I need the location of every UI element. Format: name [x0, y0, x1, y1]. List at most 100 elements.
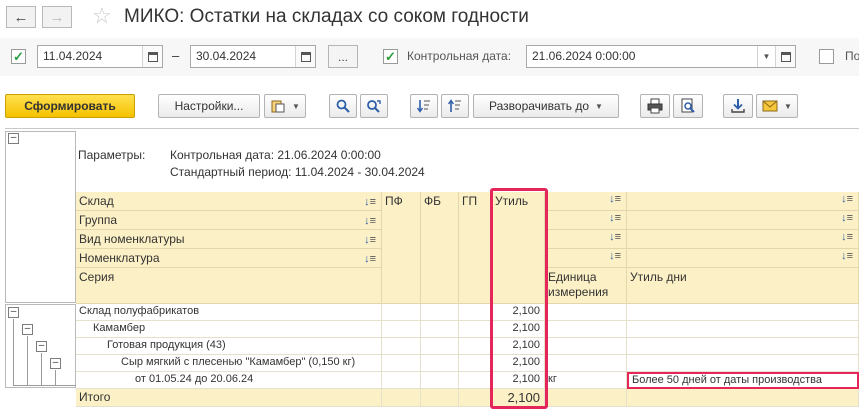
variants-icon — [271, 100, 285, 113]
back-button[interactable]: ← — [6, 6, 36, 28]
sort-icon: ↓≡ — [364, 253, 376, 265]
total-cell-fb[interactable] — [421, 389, 459, 407]
header-unit-sort[interactable]: ↓≡ — [545, 211, 627, 230]
header-days-sort[interactable]: ↓≡ — [627, 211, 859, 230]
sort-icon: ↓≡ — [364, 234, 376, 246]
table-row-name[interactable]: Сыр мягкий с плесенью "Камамбер" (0,150 … — [76, 355, 382, 372]
send-email-button[interactable]: ▼ — [756, 94, 798, 118]
calendar-button[interactable] — [295, 46, 315, 67]
settings-button[interactable]: Настройки... — [158, 94, 260, 118]
chevron-down-icon: ▼ — [595, 101, 603, 111]
header-unit-sort[interactable]: ↓≡ — [545, 230, 627, 249]
header-group-group[interactable]: Группа ↓≡ — [76, 211, 382, 230]
header-unit-sort[interactable]: ↓≡ — [545, 192, 627, 211]
sort-icon: ↓≡ — [841, 193, 853, 205]
period-checkbox[interactable]: ✓ — [11, 49, 26, 64]
parameter-control-date: Контрольная дата: 21.06.2024 0:00:00 — [170, 148, 381, 162]
parameters-group-bracket — [5, 131, 76, 303]
table-cell-fb[interactable] — [421, 355, 459, 372]
favorite-star-icon[interactable]: ☆ — [92, 3, 112, 29]
total-cell-util-days[interactable] — [627, 389, 859, 407]
total-cell-pf[interactable] — [382, 389, 421, 407]
table-row-name[interactable]: Готовая продукция (43) — [76, 338, 382, 355]
forward-button[interactable]: → — [42, 6, 72, 28]
table-cell-pf[interactable] — [382, 338, 421, 355]
table-row-name[interactable]: Камамбер — [76, 321, 382, 338]
collapse-icon[interactable]: – — [36, 341, 47, 352]
table-cell-pf[interactable] — [382, 372, 421, 389]
header-days-sort[interactable]: ↓≡ — [627, 230, 859, 249]
date-to-field[interactable]: 30.04.2024 — [190, 45, 316, 68]
table-cell-pf[interactable] — [382, 304, 421, 321]
sort-icon: ↓≡ — [364, 196, 376, 208]
date-from-field[interactable]: 11.04.2024 — [37, 45, 163, 68]
save-button[interactable] — [723, 94, 753, 118]
calendar-button[interactable] — [142, 46, 162, 67]
sort-icon: ↓≡ — [609, 250, 621, 262]
table-cell-gp[interactable] — [459, 338, 492, 355]
collapse-icon[interactable]: – — [8, 133, 19, 144]
table-cell-util-days[interactable] — [627, 355, 859, 372]
tree-line — [13, 385, 76, 386]
table-cell-util-days[interactable]: Более 50 дней от даты производства — [627, 372, 859, 389]
total-row-label[interactable]: Итого — [76, 389, 382, 407]
table-row-name[interactable]: Склад полуфабрикатов — [76, 304, 382, 321]
header-days-sort[interactable]: ↓≡ — [627, 192, 859, 211]
calendar-button[interactable] — [775, 46, 795, 67]
header-label: Единица измерения — [548, 270, 609, 299]
header-col-util-days[interactable]: Утиль дни — [627, 268, 859, 304]
header-unit-sort[interactable]: ↓≡ — [545, 249, 627, 268]
table-cell-gp[interactable] — [459, 304, 492, 321]
sort-icon: ↓≡ — [364, 215, 376, 227]
extra-checkbox[interactable] — [819, 49, 834, 64]
collapse-icon[interactable]: – — [50, 358, 61, 369]
table-cell-util-days[interactable] — [627, 338, 859, 355]
header-group-warehouse[interactable]: Склад ↓≡ — [76, 192, 382, 211]
table-cell-fb[interactable] — [421, 321, 459, 338]
control-date-field[interactable]: 21.06.2024 0:00:00 ▼ — [526, 45, 796, 68]
variant-button[interactable]: ▼ — [264, 94, 306, 118]
table-cell-gp[interactable] — [459, 321, 492, 338]
table-cell-unit[interactable]: кг — [545, 372, 627, 389]
control-date-checkbox[interactable]: ✓ — [383, 49, 398, 64]
table-cell-gp[interactable] — [459, 372, 492, 389]
table-cell-fb[interactable] — [421, 338, 459, 355]
header-group-item-type[interactable]: Вид номенклатуры ↓≡ — [76, 230, 382, 249]
table-cell-unit[interactable] — [545, 338, 627, 355]
period-select-button[interactable]: ... — [328, 45, 358, 68]
table-cell-unit[interactable] — [545, 355, 627, 372]
header-col-fb[interactable]: ФБ — [421, 192, 459, 304]
table-cell-fb[interactable] — [421, 372, 459, 389]
total-cell-unit[interactable] — [545, 389, 627, 407]
table-cell-util-days[interactable] — [627, 321, 859, 338]
print-button[interactable] — [640, 94, 670, 118]
table-cell-gp[interactable] — [459, 355, 492, 372]
envelope-icon — [762, 100, 778, 112]
table-cell-fb[interactable] — [421, 304, 459, 321]
table-cell-util-days[interactable] — [627, 304, 859, 321]
total-cell-gp[interactable] — [459, 389, 492, 407]
find-button[interactable] — [329, 94, 357, 118]
header-group-series[interactable]: Серия — [76, 268, 382, 304]
collapse-icon[interactable]: – — [8, 307, 19, 318]
header-col-gp[interactable]: ГП — [459, 192, 492, 304]
table-row-name[interactable]: от 01.05.24 до 20.06.24 — [76, 372, 382, 389]
find-next-button[interactable] — [360, 94, 388, 118]
table-cell-pf[interactable] — [382, 355, 421, 372]
expand-to-button[interactable]: Разворачивать до ▼ — [473, 94, 619, 118]
chevron-down-icon: ▼ — [292, 101, 300, 111]
table-cell-unit[interactable] — [545, 304, 627, 321]
collapse-groups-button[interactable] — [410, 94, 438, 118]
header-days-sort[interactable]: ↓≡ — [627, 249, 859, 268]
generate-button[interactable]: Сформировать — [5, 94, 135, 118]
expand-groups-button[interactable] — [441, 94, 469, 118]
header-group-item[interactable]: Номенклатура ↓≡ — [76, 249, 382, 268]
header-col-unit[interactable]: Единица измерения — [545, 268, 627, 304]
header-col-pf[interactable]: ПФ — [382, 192, 421, 304]
table-cell-pf[interactable] — [382, 321, 421, 338]
table-cell-unit[interactable] — [545, 321, 627, 338]
collapse-icon[interactable]: – — [22, 324, 33, 335]
report-spreadsheet[interactable]: – – – – – Параметры: Контрольная дата: 2… — [5, 128, 859, 415]
dropdown-button[interactable]: ▼ — [757, 46, 775, 67]
preview-button[interactable] — [673, 94, 703, 118]
